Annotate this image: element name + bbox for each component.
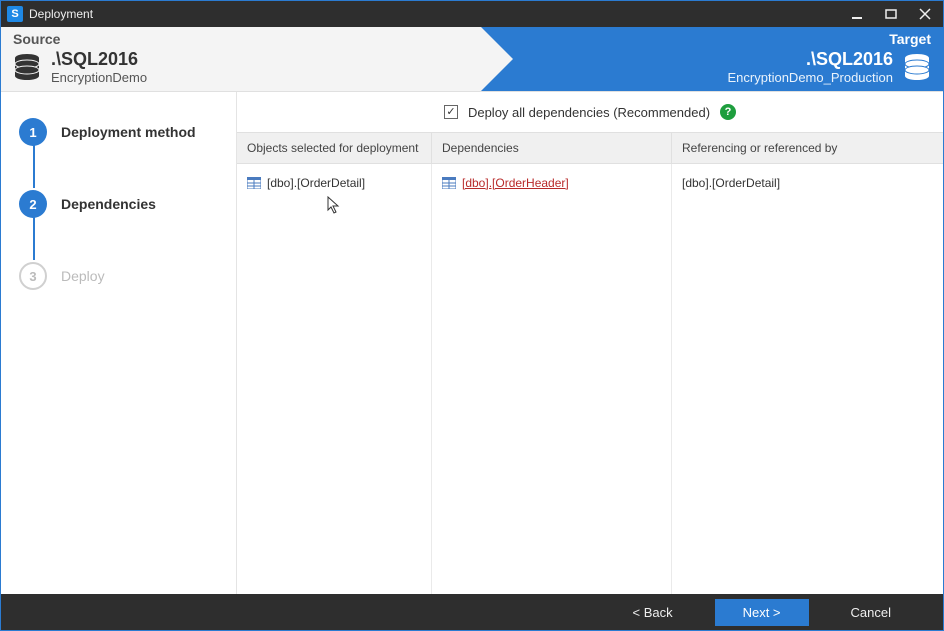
step-number: 3	[19, 262, 47, 290]
back-button[interactable]: < Back	[604, 599, 700, 626]
source-panel: Source .\SQL2016 EncryptionDemo	[1, 27, 481, 91]
column-headers: Objects selected for deployment Dependen…	[237, 132, 943, 164]
footer-bar: < Back Next > Cancel	[1, 594, 943, 630]
table-icon	[442, 177, 456, 189]
window-title: Deployment	[29, 7, 843, 21]
table-icon	[247, 177, 261, 189]
source-label: Source	[13, 31, 469, 47]
step-label: Deployment method	[61, 124, 196, 140]
content-area: ✓ Deploy all dependencies (Recommended) …	[237, 92, 943, 594]
cancel-button[interactable]: Cancel	[823, 599, 919, 626]
cursor-icon	[327, 196, 341, 214]
step-dependencies[interactable]: 2 Dependencies	[19, 182, 226, 254]
step-deploy[interactable]: 3 Deploy	[19, 254, 226, 326]
step-number: 1	[19, 118, 47, 146]
app-icon: S	[7, 6, 23, 22]
col-header-dependencies: Dependencies	[432, 133, 672, 163]
selected-object-name: [dbo].[OrderDetail]	[267, 176, 365, 190]
dependency-link[interactable]: [dbo].[OrderHeader]	[462, 176, 569, 190]
minimize-button[interactable]	[843, 4, 871, 24]
deploy-all-checkbox[interactable]: ✓	[444, 105, 458, 119]
database-icon	[903, 52, 931, 82]
col-selected-objects: [dbo].[OrderDetail]	[237, 164, 432, 594]
target-label: Target	[493, 31, 931, 47]
col-header-selected: Objects selected for deployment	[237, 133, 432, 163]
col-dependencies: [dbo].[OrderHeader]	[432, 164, 672, 594]
step-label: Deploy	[61, 268, 105, 284]
step-deployment-method[interactable]: 1 Deployment method	[19, 110, 226, 182]
main-area: 1 Deployment method 2 Dependencies 3 Dep…	[1, 91, 943, 594]
col-referencing: [dbo].[OrderDetail]	[672, 164, 943, 594]
source-server: .\SQL2016	[51, 49, 147, 70]
referenced-by-row: [dbo].[OrderDetail]	[682, 174, 933, 192]
deployment-window: S Deployment Source	[0, 0, 944, 631]
target-database: EncryptionDemo_Production	[728, 70, 893, 85]
columns-body: [dbo].[OrderDetail]	[237, 164, 943, 594]
help-icon[interactable]: ?	[720, 104, 736, 120]
window-controls	[843, 4, 939, 24]
deploy-all-label: Deploy all dependencies (Recommended)	[468, 105, 710, 120]
database-icon	[13, 52, 41, 82]
steps-nav: 1 Deployment method 2 Dependencies 3 Dep…	[1, 92, 237, 594]
titlebar: S Deployment	[1, 1, 943, 27]
target-panel: Target .\SQL2016 EncryptionDemo_Producti…	[481, 27, 943, 91]
close-button[interactable]	[911, 4, 939, 24]
col-header-referencing: Referencing or referenced by	[672, 133, 943, 163]
next-button[interactable]: Next >	[715, 599, 809, 626]
step-number: 2	[19, 190, 47, 218]
dependency-row[interactable]: [dbo].[OrderHeader]	[442, 174, 661, 192]
source-database: EncryptionDemo	[51, 70, 147, 85]
header-band: Source .\SQL2016 EncryptionDemo	[1, 27, 943, 91]
step-label: Dependencies	[61, 196, 156, 212]
referenced-by-name: [dbo].[OrderDetail]	[682, 176, 780, 190]
maximize-button[interactable]	[877, 4, 905, 24]
selected-object-row[interactable]: [dbo].[OrderDetail]	[247, 174, 421, 192]
target-server: .\SQL2016	[728, 49, 893, 70]
deploy-all-row: ✓ Deploy all dependencies (Recommended) …	[237, 92, 943, 132]
